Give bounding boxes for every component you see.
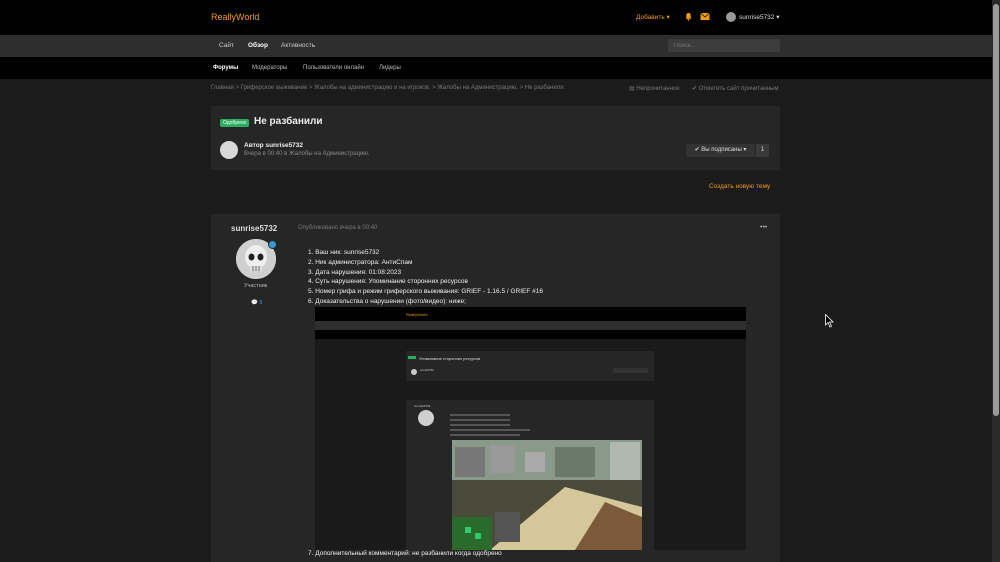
post-line: 4. Суть нарушения: Упоминание сторонних … bbox=[308, 278, 468, 286]
post-count[interactable]: 💬 5 bbox=[251, 300, 262, 306]
post-menu-icon[interactable]: ••• bbox=[760, 224, 767, 231]
nav-item-overview[interactable]: Обзор bbox=[248, 42, 268, 49]
svg-text:sunrise5732: sunrise5732 bbox=[414, 404, 431, 408]
svg-text:sunrise5732: sunrise5732 bbox=[420, 369, 434, 372]
search-input[interactable] bbox=[668, 39, 780, 52]
bell-icon[interactable] bbox=[684, 12, 693, 21]
breadcrumb-item[interactable]: Жалобы на администрацию и на игроков. bbox=[314, 85, 430, 91]
follow-button[interactable]: ✔ Вы подписаны ▾ bbox=[686, 144, 755, 157]
post-content: 1. Ваш ник: sunrise5732 2. Ник администр… bbox=[308, 248, 543, 307]
breadcrumb-item[interactable]: Главная bbox=[211, 85, 234, 91]
post-screenshot-image[interactable]: ReallyWorld Упоминание сторонних ресурсо… bbox=[315, 307, 746, 550]
author-name[interactable]: Автор sunrise5732 bbox=[244, 142, 303, 149]
embedded-screenshot: ReallyWorld Упоминание сторонних ресурсо… bbox=[315, 307, 746, 550]
breadcrumb-current: Не разбанили bbox=[524, 85, 564, 91]
subnav-item-forums[interactable]: Форумы bbox=[213, 65, 238, 71]
page-title: Не разбанили bbox=[254, 116, 323, 127]
breadcrumb: Главная > Гриферское выживание > Жалобы … bbox=[211, 85, 564, 91]
post-line: 3. Дата нарушения: 01:08:2023 bbox=[308, 268, 402, 276]
post-line: 6. Доказательства о нарушении (фото/виде… bbox=[308, 297, 466, 305]
online-status-icon bbox=[268, 240, 277, 249]
post-line: 7. Дополнительный комментарий: не разбан… bbox=[308, 550, 502, 557]
post-date: Опубликовано вчера в 00:40 bbox=[298, 225, 378, 231]
mouse-cursor-icon bbox=[825, 314, 834, 328]
mail-icon[interactable] bbox=[700, 12, 710, 21]
user-role: Участник bbox=[244, 283, 268, 289]
username-label: sunrise5732 ▾ bbox=[739, 14, 780, 21]
nav-item-activity[interactable]: Активность bbox=[281, 42, 315, 49]
author-avatar[interactable] bbox=[220, 141, 238, 159]
subnav-item-moderators[interactable]: Модераторы bbox=[252, 65, 287, 71]
site-logo[interactable]: ReallyWorld bbox=[211, 12, 259, 22]
check-icon: ✔ bbox=[692, 86, 699, 92]
top-header bbox=[0, 0, 992, 35]
svg-text:Упоминание сторонних ресурсов: Упоминание сторонних ресурсов bbox=[419, 356, 480, 361]
scrollbar-thumb[interactable] bbox=[993, 4, 999, 416]
follow-count: 1 bbox=[756, 144, 769, 157]
new-topic-button[interactable]: Создать новую тему bbox=[709, 183, 770, 190]
post-line: 1. Ваш ник: sunrise5732 bbox=[308, 249, 380, 256]
status-badge: Одобрено bbox=[220, 119, 250, 127]
svg-text:ReallyWorld: ReallyWorld bbox=[406, 312, 428, 317]
breadcrumb-item[interactable]: Жалобы на Администрацию. bbox=[437, 85, 518, 91]
nav-item-site[interactable]: Сайт bbox=[219, 42, 234, 49]
avatar bbox=[726, 12, 736, 22]
breadcrumb-item[interactable]: Гриферское выживание bbox=[241, 85, 308, 91]
post-line: 2. Ник администратора: АнтиСпам bbox=[308, 258, 413, 266]
unread-link[interactable]: ▤ Непрочитанное bbox=[629, 85, 680, 92]
user-menu[interactable]: sunrise5732 ▾ bbox=[726, 12, 779, 22]
post-author[interactable]: sunrise5732 bbox=[231, 224, 277, 233]
topic-meta: Вчера в 00:40 в Жалобы на Администрацию. bbox=[244, 151, 370, 157]
sub-nav: Форумы Модераторы Пользователи онлайн Ли… bbox=[0, 57, 992, 79]
subnav-item-leaders[interactable]: Лидеры bbox=[379, 65, 401, 71]
mark-read-link[interactable]: ✔ Отметить сайт прочитанным bbox=[692, 85, 778, 92]
search-box bbox=[668, 39, 780, 52]
main-nav: Сайт Обзор Активность bbox=[0, 35, 992, 57]
subnav-item-online-users[interactable]: Пользователи онлайн bbox=[303, 65, 364, 71]
add-button[interactable]: Добавить ▾ bbox=[636, 13, 670, 21]
post-line: 5. Номер грифа и режим гриферского выжив… bbox=[308, 288, 543, 296]
